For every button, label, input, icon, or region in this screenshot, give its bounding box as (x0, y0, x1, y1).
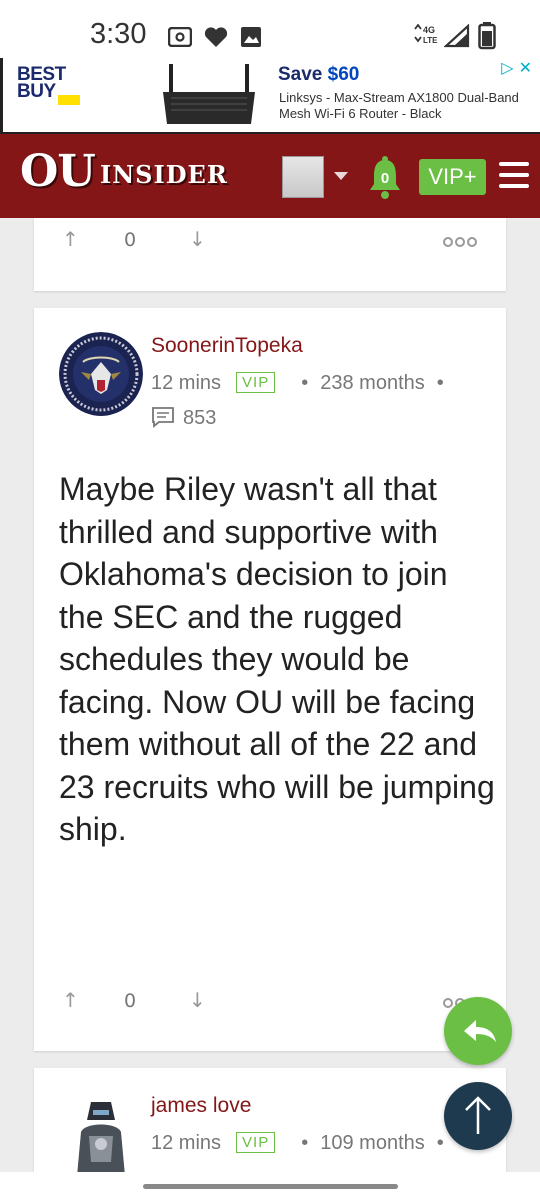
vote-count: 0 (124, 229, 137, 251)
heart-icon (204, 27, 228, 47)
chevron-down-icon[interactable] (334, 172, 348, 180)
upvote-icon[interactable]: ↑ (62, 988, 79, 1012)
battery-icon (478, 22, 496, 50)
member-tenure: 109 months (320, 1132, 425, 1154)
post-time[interactable]: 12 mins (151, 372, 221, 394)
post-meta: 12 mins VIP • 109 months • (151, 1132, 456, 1155)
best-buy-tag-icon (58, 95, 80, 105)
ad-headline-prefix: Save (278, 64, 328, 85)
home-indicator[interactable] (143, 1184, 398, 1189)
message-icon (152, 407, 174, 428)
post-body: Maybe Riley wasn't all that thrilled and… (59, 471, 495, 847)
more-options-icon[interactable] (443, 232, 481, 247)
menu-icon[interactable] (499, 162, 529, 190)
svg-text:LTE: LTE (423, 36, 438, 45)
notification-bell-icon[interactable]: 0 (367, 156, 403, 200)
post-card-next: james love 12 mins VIP • 109 months • (34, 1068, 506, 1188)
author-avatar[interactable] (59, 1092, 143, 1176)
scroll-to-top-button[interactable] (444, 1082, 512, 1150)
post-card: SoonerinTopeka 12 mins VIP • 238 months • 85… (34, 308, 506, 1051)
separator-dot: • (301, 1132, 309, 1154)
vip-plus-button[interactable]: VIP+ (419, 159, 486, 195)
post-card-previous: ↑ 0 ↓ (34, 218, 506, 291)
image-icon (241, 27, 261, 47)
author-name[interactable]: SoonerinTopeka (151, 334, 303, 358)
notification-count: 0 (381, 170, 389, 187)
ad-choices-icon[interactable]: ▷ ✕ (501, 58, 532, 77)
vote-count: 0 (124, 990, 137, 1012)
post-time[interactable]: 12 mins (151, 1132, 221, 1154)
reply-icon (464, 1020, 496, 1042)
cast-icon (168, 27, 192, 47)
separator-dot-2: • (436, 372, 444, 394)
status-time: 3:30 (90, 18, 147, 50)
site-logo-insider[interactable]: INSIDER (100, 160, 266, 189)
member-tenure: 238 months (320, 372, 425, 394)
svg-text:4G: 4G (423, 25, 435, 35)
network-type-icon: 4G LTE (414, 24, 438, 45)
post-count-value: 853 (183, 407, 217, 429)
site-logo-ou[interactable]: OU (20, 146, 96, 197)
downvote-icon[interactable]: ↓ (189, 988, 206, 1012)
upvote-icon[interactable]: ↑ (62, 227, 79, 251)
router-image (163, 64, 255, 124)
separator-dot-2: • (436, 1132, 444, 1154)
site-header: OU INSIDER 0 VIP+ (0, 134, 540, 218)
best-buy-logo: BEST BUY (17, 65, 81, 116)
ad-description[interactable]: Linksys - Max-Stream AX1800 Dual-Band Me… (279, 90, 537, 122)
downvote-icon[interactable]: ↓ (189, 227, 206, 251)
ad-headline-amount: $60 (327, 64, 360, 85)
post-meta: 12 mins VIP • 238 months • (151, 372, 456, 395)
author-name[interactable]: james love (151, 1094, 251, 1118)
post-count: 853 (151, 406, 216, 430)
separator-dot: • (301, 372, 309, 394)
signal-icon (444, 24, 470, 48)
ad-banner[interactable]: BEST BUY Save $60 Linksys - Max-Stream A… (0, 58, 540, 134)
ad-headline[interactable]: Save $60 (278, 64, 359, 86)
status-bar: 3:30 4G LTE (0, 0, 540, 58)
user-avatar[interactable] (282, 156, 324, 198)
vip-badge: VIP (236, 1132, 276, 1153)
arrow-up-icon (465, 1096, 491, 1134)
author-avatar[interactable] (59, 332, 143, 416)
vip-badge: VIP (236, 372, 276, 393)
reply-button[interactable] (444, 997, 512, 1065)
